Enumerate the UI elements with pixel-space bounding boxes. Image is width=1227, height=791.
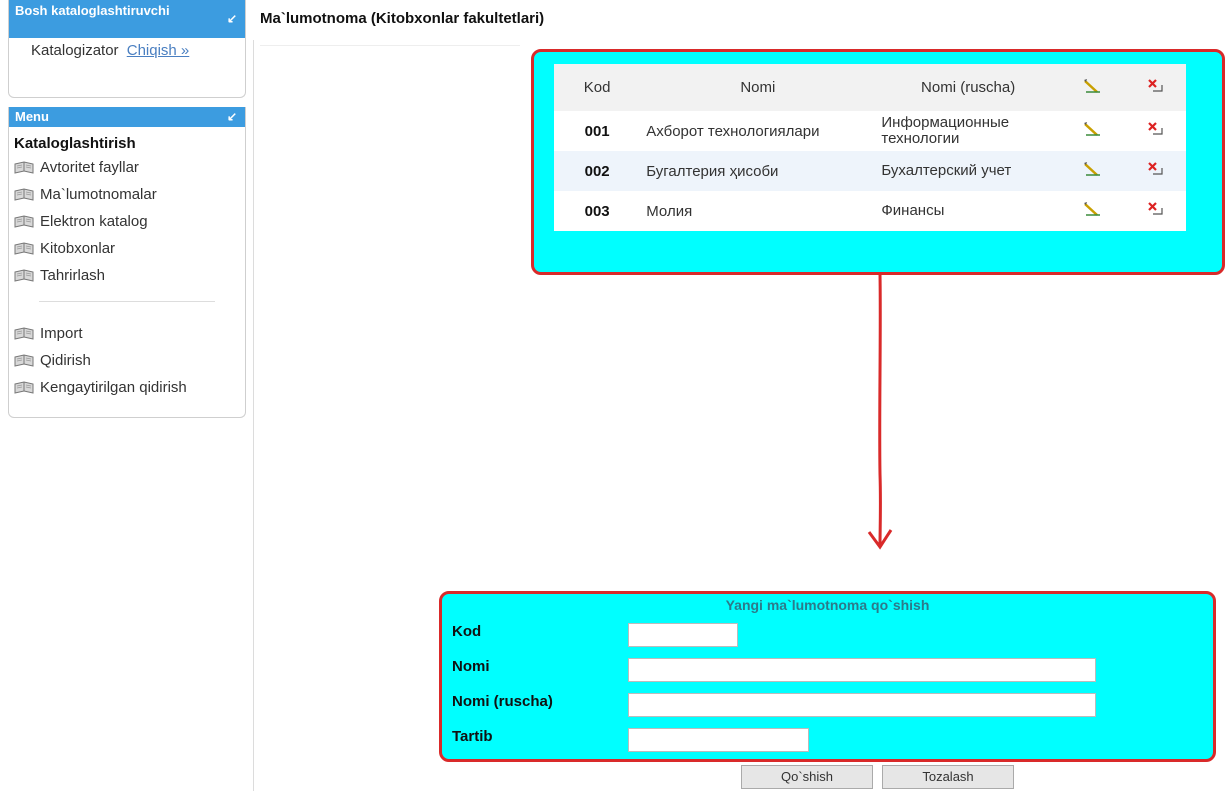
menu-panel: Menu ↙ Kataloglashtirish Avtoritet fayll…: [8, 107, 246, 418]
delete-cell[interactable]: [1123, 191, 1186, 231]
add-button[interactable]: Qo`shish: [741, 765, 873, 789]
collapse-icon[interactable]: ↙: [227, 110, 237, 125]
menu-item-import[interactable]: Import: [14, 320, 245, 347]
edit-icon[interactable]: [1083, 161, 1101, 177]
menu-panel-title: Menu: [15, 109, 49, 124]
edit-cell[interactable]: [1060, 111, 1124, 151]
reference-table: Kod Nomi Nomi (ruscha) 001 Ахборот техно…: [554, 64, 1186, 231]
delete-icon[interactable]: [1146, 161, 1164, 177]
column-header-nomi-ruscha: Nomi (ruscha): [875, 64, 1061, 111]
logout-link[interactable]: Chiqish »: [127, 42, 190, 59]
page-title: Ma`lumotnoma (Kitobxonlar fakultetlari): [260, 10, 545, 27]
edit-icon[interactable]: [1083, 121, 1101, 137]
nomi-ruscha-input[interactable]: [628, 693, 1096, 717]
user-role: Katalogizator: [31, 42, 119, 59]
table-header-row: Kod Nomi Nomi (ruscha): [554, 64, 1186, 111]
table-row: 001 Ахборот технологиялари Информационны…: [554, 111, 1186, 151]
user-panel-header: Bosh kataloglashtiruvchi ↙: [9, 0, 245, 38]
delete-cell[interactable]: [1123, 111, 1186, 151]
delete-icon[interactable]: [1146, 121, 1164, 137]
delete-cell[interactable]: [1123, 151, 1186, 191]
menu-item-label: Qidirish: [40, 352, 91, 369]
cell-nomi: Ахборот технологиялари: [640, 111, 876, 151]
user-info: Katalogizator Chiqish »: [9, 38, 245, 59]
cell-nomi-ruscha: Информационные технологии: [875, 111, 1061, 151]
book-icon: [14, 268, 34, 282]
cell-nomi: Бугалтерия ҳисоби: [640, 151, 876, 191]
form-title: Yangi ma`lumotnoma qo`shish: [725, 597, 930, 613]
collapse-icon[interactable]: ↙: [227, 12, 237, 27]
field-label-nomi: Nomi: [452, 658, 490, 675]
book-icon: [14, 353, 34, 367]
user-panel-title: Bosh kataloglashtiruvchi: [15, 3, 170, 18]
menu-item-label: Avtoritet fayllar: [40, 159, 139, 176]
cell-nomi-ruscha: Финансы: [875, 191, 1061, 231]
field-label-nomi-ruscha: Nomi (ruscha): [452, 693, 553, 710]
book-icon: [14, 326, 34, 340]
menu-list: Avtoritet fayllar Ma`lumotnomalar Elektr…: [9, 154, 245, 289]
table-row: 003 Молия Финансы: [554, 191, 1186, 231]
menu-item-kengaytirilgan-qidirish[interactable]: Kengaytirilgan qidirish: [14, 374, 245, 401]
title-divider: [260, 45, 520, 46]
cell-nomi-ruscha: Бухалтерский учет: [875, 151, 1061, 191]
menu-item-label: Ma`lumotnomalar: [40, 186, 157, 203]
kod-input[interactable]: [628, 623, 738, 647]
menu-item-tahrirlash[interactable]: Tahrirlash: [14, 262, 245, 289]
book-icon: [14, 241, 34, 255]
menu-list-secondary: Import Qidirish Kengaytirilgan qidirish: [9, 320, 245, 401]
book-icon: [14, 160, 34, 174]
menu-item-malumotnomalar[interactable]: Ma`lumotnomalar: [14, 181, 245, 208]
cell-kod: 002: [554, 151, 641, 191]
column-header-edit: [1060, 64, 1124, 111]
edit-cell[interactable]: [1060, 191, 1124, 231]
clear-button[interactable]: Tozalash: [882, 765, 1014, 789]
menu-item-kitobxonlar[interactable]: Kitobxonlar: [14, 235, 245, 262]
edit-icon[interactable]: [1083, 201, 1101, 217]
menu-item-label: Import: [40, 325, 83, 342]
menu-item-label: Tahrirlash: [40, 267, 106, 284]
section-title: Kataloglashtirish: [14, 135, 136, 152]
menu-item-qidirish[interactable]: Qidirish: [14, 347, 245, 374]
book-icon: [14, 214, 34, 228]
column-header-nomi: Nomi: [640, 64, 876, 111]
table-row: 002 Бугалтерия ҳисоби Бухалтерский учет: [554, 151, 1186, 191]
annotation-arrow: [867, 274, 893, 550]
cell-kod: 003: [554, 191, 641, 231]
menu-item-avtoritet-fayllar[interactable]: Avtoritet fayllar: [14, 154, 245, 181]
cell-nomi: Молия: [640, 191, 876, 231]
add-form-callout: Yangi ma`lumotnoma qo`shish Kod Nomi Nom…: [439, 591, 1216, 762]
field-label-tartib: Tartib: [452, 728, 493, 745]
book-icon: [14, 380, 34, 394]
table-callout: Kod Nomi Nomi (ruscha) 001 Ахборот техно…: [531, 49, 1225, 275]
menu-item-label: Kitobxonlar: [40, 240, 116, 257]
column-header-delete: [1123, 64, 1186, 111]
column-header-kod: Kod: [554, 64, 641, 111]
menu-item-elektron-katalog[interactable]: Elektron katalog: [14, 208, 245, 235]
delete-icon: [1147, 78, 1163, 92]
field-label-kod: Kod: [452, 623, 482, 640]
menu-panel-header: Menu ↙: [9, 107, 245, 127]
cell-kod: 001: [554, 111, 641, 151]
delete-icon[interactable]: [1146, 201, 1164, 217]
nomi-input[interactable]: [628, 658, 1096, 682]
edit-icon: [1084, 78, 1101, 93]
menu-item-label: Kengaytirilgan qidirish: [40, 379, 187, 396]
edit-cell[interactable]: [1060, 151, 1124, 191]
menu-item-label: Elektron katalog: [40, 213, 148, 230]
book-icon: [14, 187, 34, 201]
sidebar-divider: [253, 40, 254, 791]
user-panel: Bosh kataloglashtiruvchi ↙ Katalogizator…: [8, 0, 246, 98]
tartib-input[interactable]: [628, 728, 809, 752]
menu-divider: [39, 301, 215, 302]
